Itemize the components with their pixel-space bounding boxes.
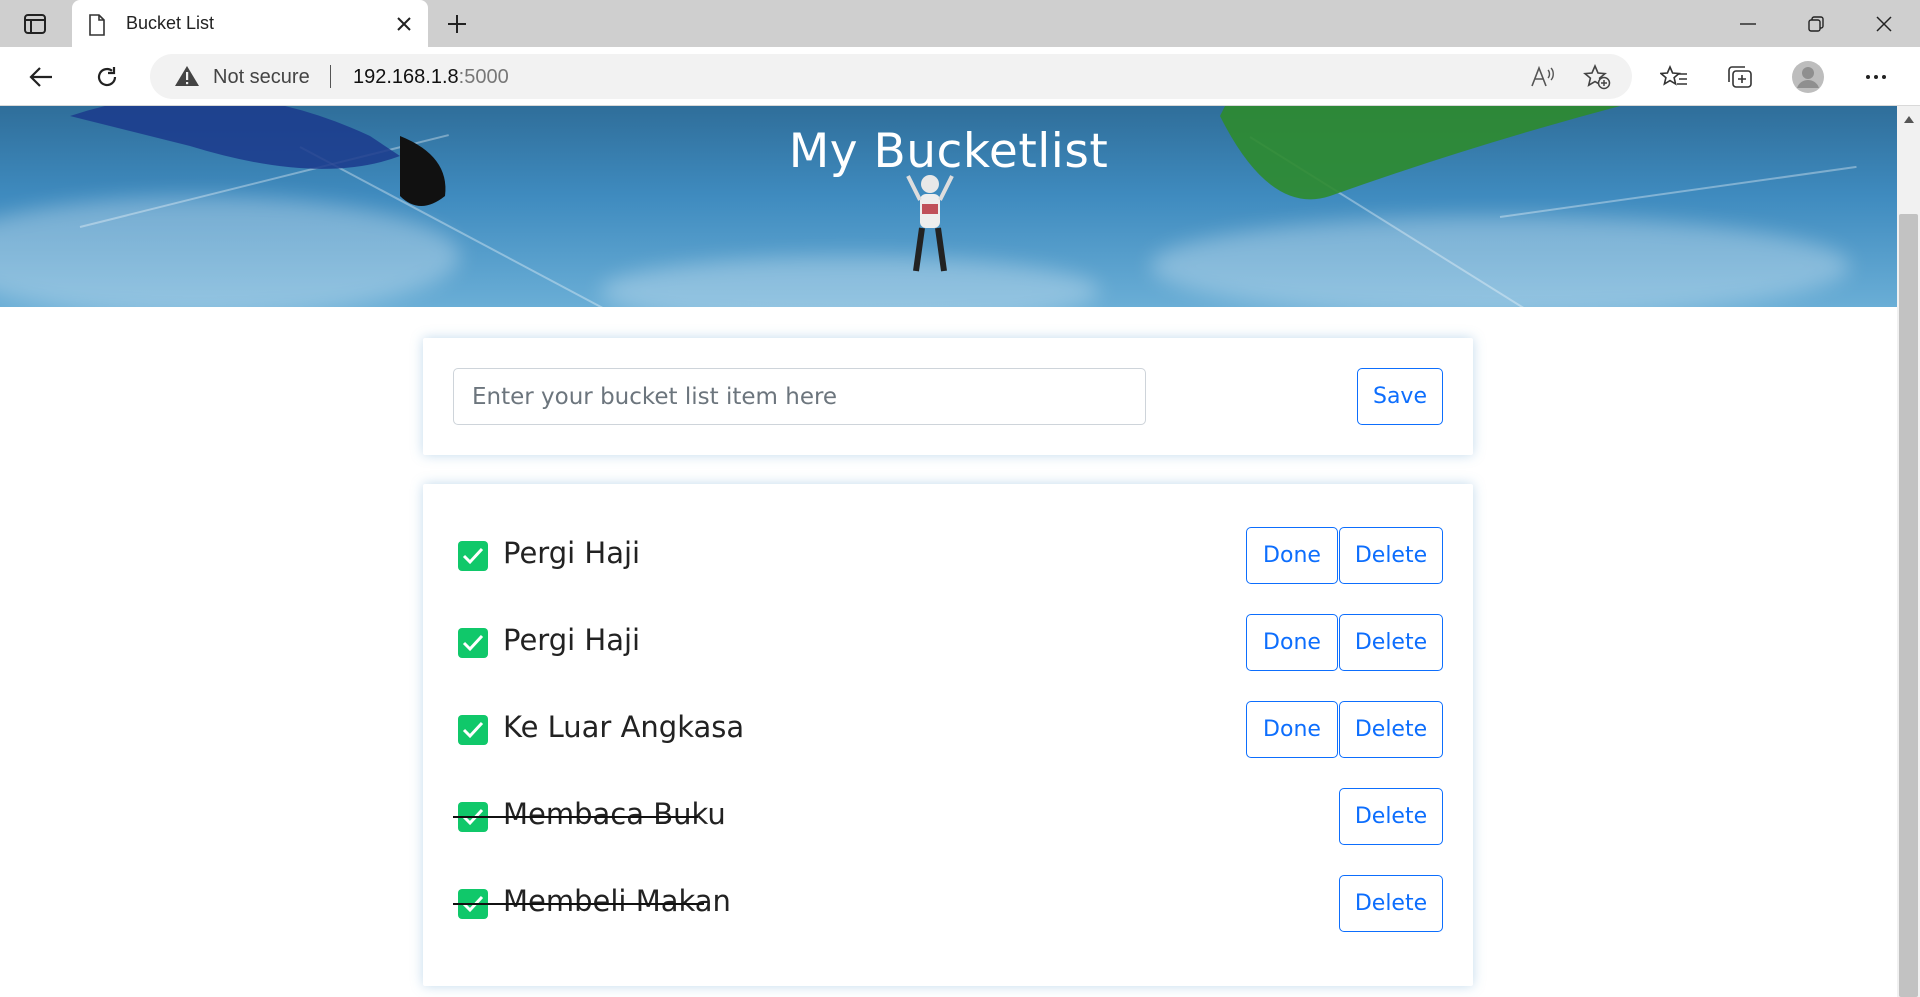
close-icon — [1876, 15, 1892, 32]
refresh-icon — [97, 67, 117, 87]
page-title: My Bucketlist — [788, 124, 1109, 179]
done-button[interactable]: Done — [1246, 614, 1338, 671]
list-item: Ke Luar Angkasa Done Delete — [423, 700, 1473, 758]
scroll-up-button[interactable] — [1897, 110, 1920, 128]
strikethrough-line — [453, 903, 704, 905]
list-item: Pergi Haji Done Delete — [423, 526, 1473, 584]
delete-button[interactable]: Delete — [1339, 788, 1443, 845]
close-icon — [397, 17, 411, 31]
delete-button[interactable]: Delete — [1339, 527, 1443, 584]
add-favorite-button[interactable] — [1582, 62, 1612, 92]
read-aloud-icon — [1531, 66, 1554, 87]
tab-actions-button[interactable] — [18, 10, 52, 38]
new-tab-button[interactable] — [440, 9, 474, 39]
checkbox-checked-icon — [458, 628, 488, 658]
restore-icon — [1808, 15, 1824, 32]
profile-button[interactable] — [1787, 56, 1829, 98]
settings-menu-button[interactable] — [1855, 56, 1897, 98]
item-text: Pergi Haji — [503, 536, 641, 570]
not-secure-label[interactable]: Not secure — [213, 66, 310, 89]
item-text: Membaca Buku — [503, 797, 726, 831]
add-item-card: Save — [423, 338, 1473, 455]
strikethrough-line — [453, 816, 698, 818]
minimize-button[interactable] — [1714, 0, 1782, 47]
star-add-icon — [1583, 64, 1611, 90]
close-window-button[interactable] — [1850, 0, 1918, 47]
skydiver-icon — [906, 175, 954, 272]
plus-icon — [448, 15, 466, 33]
warning-icon[interactable] — [174, 65, 200, 92]
bucket-list-card: Pergi Haji Done Delete Pergi Haji Done D… — [423, 484, 1473, 986]
collections-button[interactable] — [1719, 56, 1761, 98]
avatar-icon — [1792, 61, 1824, 93]
page-icon — [88, 14, 106, 41]
item-text: Pergi Haji — [503, 623, 641, 657]
back-button[interactable] — [20, 56, 62, 98]
scrollbar-thumb[interactable] — [1899, 214, 1918, 997]
address-bar[interactable]: Not secure 192.168.1.8:5000 — [150, 54, 1632, 99]
browser-tab-bar: Bucket List — [0, 0, 1920, 47]
back-arrow-icon — [29, 67, 52, 87]
read-aloud-button[interactable] — [1528, 62, 1558, 92]
page-viewport: My Bucketlist Save Pergi Haji Done Delet… — [0, 106, 1897, 997]
triangle-up-icon — [1903, 115, 1914, 123]
item-text: Ke Luar Angkasa — [503, 710, 745, 744]
done-button[interactable]: Done — [1246, 527, 1338, 584]
browser-toolbar: Not secure 192.168.1.8:5000 — [0, 47, 1920, 106]
checkbox-checked-icon — [458, 715, 488, 745]
tab-title: Bucket List — [126, 13, 215, 33]
tab-actions-icon — [24, 14, 46, 34]
item-text: Membeli Makan — [503, 884, 731, 918]
save-button[interactable]: Save — [1357, 368, 1443, 425]
favorites-icon — [1660, 65, 1687, 86]
collections-icon — [1728, 66, 1752, 88]
checkbox-checked-icon — [458, 541, 488, 571]
delete-button[interactable]: Delete — [1339, 614, 1443, 671]
bucket-item-input[interactable] — [453, 368, 1146, 425]
more-horizontal-icon — [1866, 75, 1886, 79]
minimize-icon — [1740, 22, 1756, 25]
address-separator — [330, 65, 331, 88]
close-tab-button[interactable] — [390, 10, 418, 38]
list-item-done: Membeli Makan Delete — [423, 874, 1473, 932]
list-item: Pergi Haji Done Delete — [423, 613, 1473, 671]
hero-banner: My Bucketlist — [0, 106, 1897, 307]
refresh-button[interactable] — [86, 56, 128, 98]
vertical-scrollbar[interactable] — [1897, 106, 1920, 997]
delete-button[interactable]: Delete — [1339, 701, 1443, 758]
delete-button[interactable]: Delete — [1339, 875, 1443, 932]
done-button[interactable]: Done — [1246, 701, 1338, 758]
list-item-done: Membaca Buku Delete — [423, 787, 1473, 845]
favorites-button[interactable] — [1653, 56, 1695, 98]
restore-button[interactable] — [1782, 0, 1850, 47]
url-text[interactable]: 192.168.1.8:5000 — [353, 66, 509, 89]
url-port: :5000 — [458, 66, 509, 88]
url-host: 192.168.1.8 — [353, 66, 459, 88]
browser-tab[interactable]: Bucket List — [72, 0, 428, 47]
